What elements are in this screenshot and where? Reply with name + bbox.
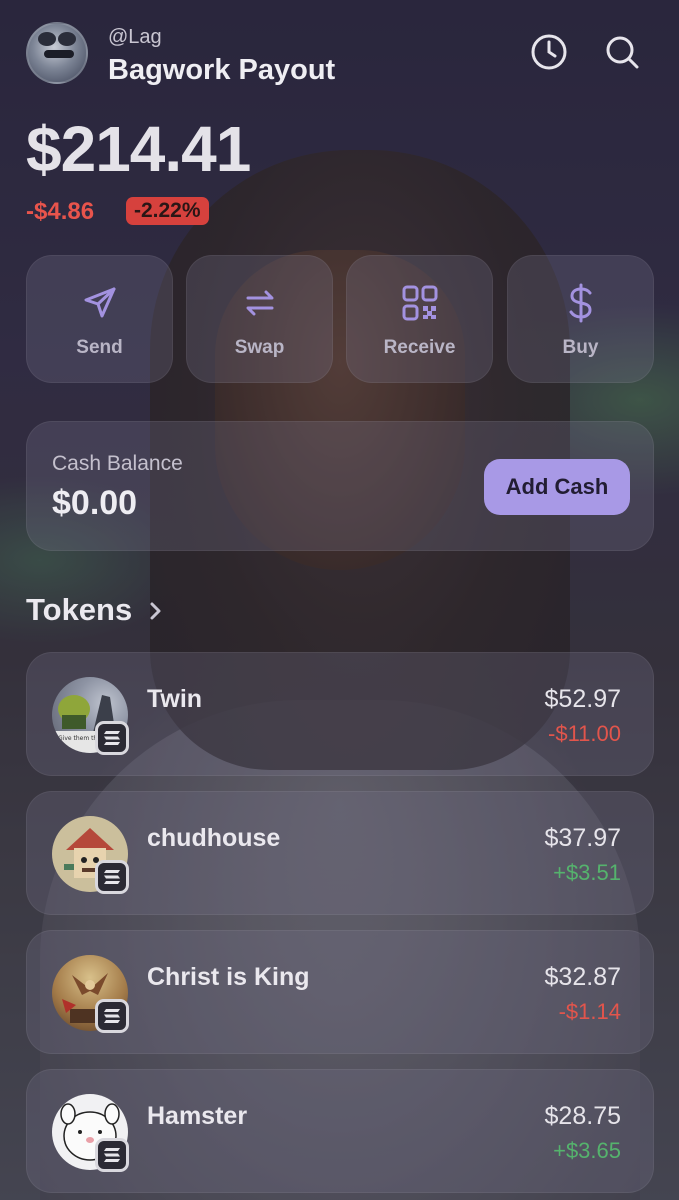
send-button[interactable]: Send xyxy=(26,255,173,383)
token-value: $28.75 xyxy=(544,1102,621,1130)
token-value: $32.87 xyxy=(544,963,621,991)
solana-chain-icon xyxy=(95,860,129,894)
action-buttons: Send Swap Receive Buy xyxy=(26,255,654,383)
cash-balance-label: Cash Balance xyxy=(52,452,183,475)
swap-arrows-icon xyxy=(239,282,281,324)
add-cash-button[interactable]: Add Cash xyxy=(484,459,630,515)
solana-chain-icon xyxy=(95,1138,129,1172)
paper-plane-icon xyxy=(79,282,121,324)
token-row-christ-is-king[interactable]: Christ is King $32.87 -$1.14 xyxy=(26,930,654,1054)
avatar[interactable] xyxy=(26,22,88,84)
account-name[interactable]: Bagwork Payout xyxy=(108,54,335,87)
token-change: +$3.51 xyxy=(553,860,621,885)
header: @Lag Bagwork Payout xyxy=(26,20,653,90)
buy-button[interactable]: Buy xyxy=(507,255,654,383)
token-value: $37.97 xyxy=(544,824,621,852)
receive-label: Receive xyxy=(383,337,456,358)
swap-label: Swap xyxy=(234,337,285,358)
chevron-right-icon[interactable] xyxy=(146,597,166,625)
solana-chain-icon xyxy=(95,721,129,755)
tokens-heading[interactable]: Tokens xyxy=(26,592,132,628)
clock-icon[interactable] xyxy=(529,32,569,72)
token-change: -$1.14 xyxy=(558,999,621,1024)
cash-balance-value: $0.00 xyxy=(52,484,138,522)
token-row-twin[interactable]: Give them that Twin $52.97 -$11.00 xyxy=(26,652,654,776)
token-name: chudhouse xyxy=(147,824,281,852)
token-row-hamster[interactable]: Hamster $28.75 +$3.65 xyxy=(26,1069,654,1193)
search-icon[interactable] xyxy=(602,32,642,72)
token-name: Christ is King xyxy=(147,963,310,991)
token-name: Hamster xyxy=(147,1102,248,1130)
qr-code-icon xyxy=(399,282,441,324)
user-handle: @Lag xyxy=(108,26,162,48)
balance-change-value: -$4.86 xyxy=(26,198,95,225)
solana-chain-icon xyxy=(95,999,129,1033)
send-label: Send xyxy=(76,337,123,358)
token-name: Twin xyxy=(147,685,203,713)
cash-balance-card: Cash Balance $0.00 Add Cash xyxy=(26,421,654,551)
dollar-icon xyxy=(560,282,602,324)
receive-button[interactable]: Receive xyxy=(346,255,493,383)
buy-label: Buy xyxy=(562,337,599,358)
token-change: +$3.65 xyxy=(553,1138,621,1163)
token-row-chudhouse[interactable]: chudhouse $37.97 +$3.51 xyxy=(26,791,654,915)
token-change: -$11.00 xyxy=(548,721,621,746)
balance-change-percent-badge: -2.22% xyxy=(126,197,209,225)
portfolio-balance: $214.41 xyxy=(26,113,251,185)
token-value: $52.97 xyxy=(544,685,621,713)
swap-button[interactable]: Swap xyxy=(186,255,333,383)
